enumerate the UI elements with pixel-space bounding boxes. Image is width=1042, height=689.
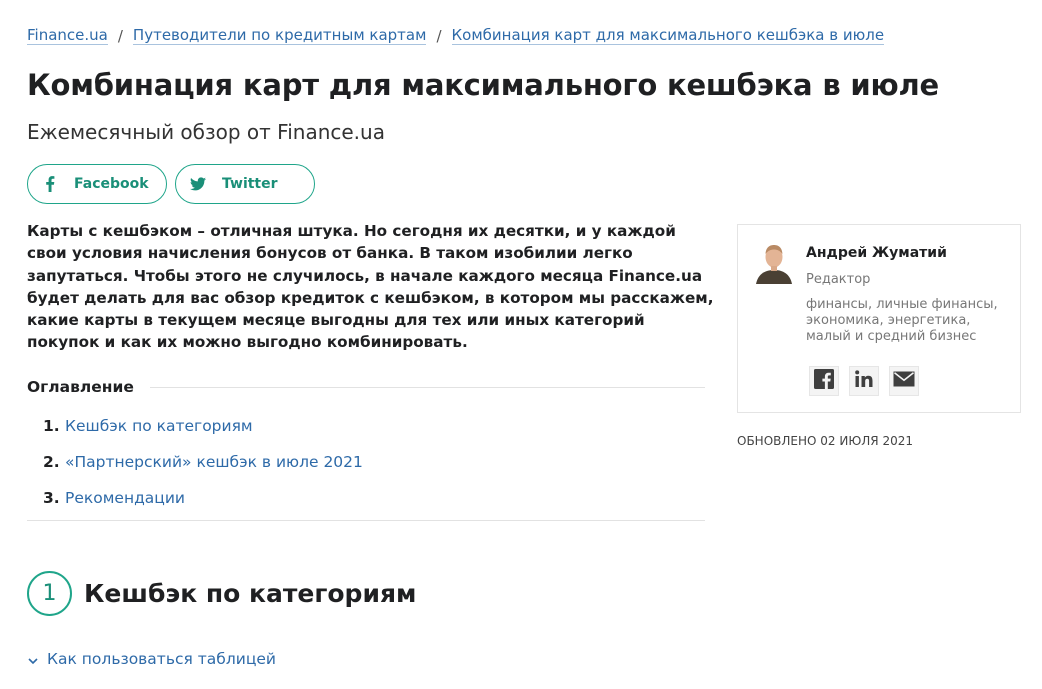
breadcrumb: Finance.ua / Путеводители по кредитным к… xyxy=(27,26,885,45)
section-number-badge: 1 xyxy=(27,571,72,616)
toc-header: Оглавление xyxy=(27,376,705,398)
updated-date: ОБНОВЛЕНО 02 ИЮЛЯ 2021 xyxy=(737,434,913,448)
share-twitter-label: Twitter xyxy=(222,176,278,192)
twitter-icon xyxy=(190,176,206,192)
chevron-down-icon xyxy=(27,653,39,665)
breadcrumb-separator: / xyxy=(436,26,442,45)
article-lead: Карты с кешбэком – отличная штука. Но се… xyxy=(27,222,714,352)
toc-link[interactable]: Кешбэк по категориям xyxy=(65,417,253,435)
toc-list: 1. Кешбэк по категориям 2. «Партнерский»… xyxy=(43,408,705,516)
author-mail-link[interactable] xyxy=(889,366,919,396)
section-title: Кешбэк по категориям xyxy=(84,579,417,608)
author-name[interactable]: Андрей Жуматий xyxy=(806,245,947,261)
toc-item: 1. Кешбэк по категориям xyxy=(43,408,705,444)
author-card: Андрей Жуматий Редактор финансы, личные … xyxy=(737,224,1021,413)
toc-item-number: 2. xyxy=(43,453,60,471)
table-of-contents: Оглавление 1. Кешбэк по категориям 2. «П… xyxy=(27,376,705,521)
linkedin-icon xyxy=(854,369,874,393)
toc-item-number: 3. xyxy=(43,489,60,507)
author-topics: финансы, личные финансы, экономика, энер… xyxy=(806,297,998,344)
author-linkedin-link[interactable] xyxy=(849,366,879,396)
breadcrumb-separator: / xyxy=(117,26,123,45)
page-subtitle: Ежемесячный обзор от Finance.ua xyxy=(27,120,385,144)
avatar[interactable] xyxy=(756,242,792,284)
page-title: Комбинация карт для максимального кешбэк… xyxy=(27,68,939,102)
facebook-icon xyxy=(814,369,834,393)
section-heading: 1 Кешбэк по категориям xyxy=(27,571,416,616)
toc-link[interactable]: «Партнерский» кешбэк в июле 2021 xyxy=(65,453,363,471)
facebook-icon xyxy=(42,176,58,192)
toc-item: 3. Рекомендации xyxy=(43,480,705,516)
divider xyxy=(27,520,705,521)
mail-icon xyxy=(893,371,915,391)
toc-link[interactable]: Рекомендации xyxy=(65,489,185,507)
toc-item: 2. «Партнерский» кешбэк в июле 2021 xyxy=(43,444,705,480)
breadcrumb-home-link[interactable]: Finance.ua xyxy=(27,26,108,45)
divider xyxy=(149,386,705,388)
share-twitter-button[interactable]: Twitter xyxy=(175,164,315,204)
how-to-use-table-toggle[interactable]: Как пользоваться таблицей xyxy=(27,650,276,668)
breadcrumb-category-link[interactable]: Путеводители по кредитным картам xyxy=(132,26,427,45)
how-to-use-table-label: Как пользоваться таблицей xyxy=(47,650,276,668)
author-role: Редактор xyxy=(806,272,871,287)
share-facebook-label: Facebook xyxy=(74,176,149,192)
author-facebook-link[interactable] xyxy=(809,366,839,396)
toc-title: Оглавление xyxy=(27,378,134,396)
toc-item-number: 1. xyxy=(43,417,60,435)
share-facebook-button[interactable]: Facebook xyxy=(27,164,167,204)
author-social-links xyxy=(809,366,929,396)
breadcrumb-current-link[interactable]: Комбинация карт для максимального кешбэк… xyxy=(451,26,885,45)
